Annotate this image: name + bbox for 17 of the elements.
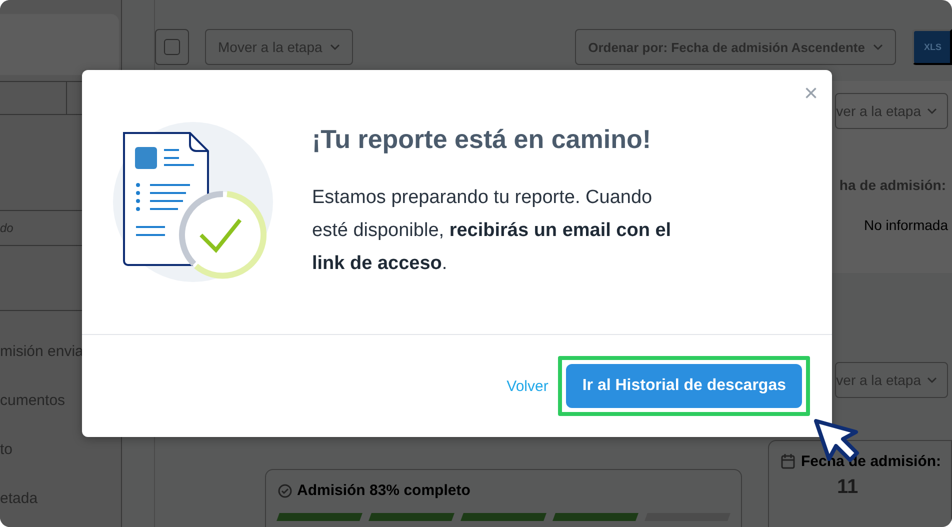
chevron-icon [927, 108, 937, 114]
download-history-button[interactable]: Ir al Historial de descargas [566, 364, 802, 408]
chevron-icon [927, 376, 937, 384]
calendar-icon [781, 454, 795, 469]
chevron-icon [330, 44, 340, 50]
check-circle-icon [278, 484, 292, 498]
select-all-checkbox[interactable] [155, 29, 189, 65]
close-button[interactable]: × [804, 82, 818, 106]
progress-title: Admisión 83% completo [278, 482, 729, 499]
date-label: ha de admisión: [839, 177, 946, 193]
chevron-icon [873, 44, 883, 50]
day-number: 11 [837, 476, 860, 499]
dialog-title: ¡Tu reporte está en camino! [312, 124, 652, 155]
export-button[interactable]: XLS [912, 29, 952, 65]
date-value: No informada [864, 217, 948, 233]
dialog-message: Estamos preparando tu reporte. Cuando esté disponible, recibirás un email con el link de acceso. [312, 186, 672, 276]
back-link[interactable]: Volver [506, 378, 548, 394]
